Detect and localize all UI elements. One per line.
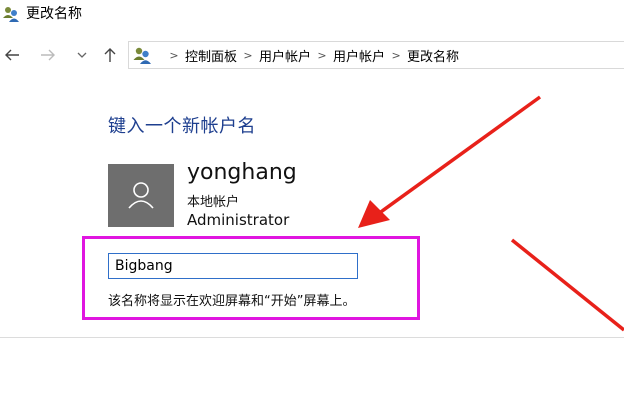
address-bar[interactable]: > 控制面板 > 用户帐户 > 用户帐户 > 更改名称 xyxy=(128,41,624,69)
back-arrow-icon xyxy=(5,49,19,61)
breadcrumb-separator[interactable]: > xyxy=(311,49,333,62)
breadcrumb-separator[interactable]: > xyxy=(385,49,407,62)
new-account-name-input[interactable] xyxy=(108,253,358,279)
breadcrumb-control-panel[interactable]: 控制面板 xyxy=(185,46,237,65)
change-name-window: 更改名称 > 控制面板 > 用户帐户 > 用户帐户 > 更改名称 键入一个新帐户… xyxy=(0,0,624,417)
forward-button[interactable] xyxy=(38,44,58,66)
title-bar: 更改名称 xyxy=(0,0,624,32)
chevron-down-icon xyxy=(77,52,87,58)
user-accounts-icon xyxy=(3,7,19,22)
breadcrumb-user-accounts-sub[interactable]: 用户帐户 xyxy=(333,46,385,65)
account-username: yonghang xyxy=(187,160,297,185)
window-title: 更改名称 xyxy=(26,6,82,22)
user-silhouette-icon xyxy=(128,182,154,209)
forward-arrow-icon xyxy=(41,49,55,61)
breadcrumb-separator: > xyxy=(169,48,179,62)
back-button[interactable] xyxy=(2,44,22,66)
breadcrumb-change-name[interactable]: 更改名称 xyxy=(407,46,459,65)
content-divider xyxy=(0,337,624,338)
user-accounts-icon xyxy=(133,47,151,64)
name-hint-text: 该名称将显示在欢迎屏幕和“开始”屏幕上。 xyxy=(108,294,356,309)
page-heading: 键入一个新帐户名 xyxy=(108,116,256,137)
recent-locations-button[interactable] xyxy=(76,44,88,66)
arrow-annotation-upper xyxy=(358,95,542,228)
account-role: Administrator xyxy=(187,211,290,229)
breadcrumb-user-accounts[interactable]: 用户帐户 xyxy=(259,46,311,65)
breadcrumb-separator[interactable]: > xyxy=(237,49,259,62)
avatar xyxy=(108,164,174,227)
account-type: 本地帐户 xyxy=(187,195,240,210)
navigation-bar: > 控制面板 > 用户帐户 > 用户帐户 > 更改名称 xyxy=(0,38,624,72)
arrow-annotation-lower xyxy=(510,238,624,332)
breadcrumb: > 控制面板 > 用户帐户 > 用户帐户 > 更改名称 xyxy=(163,42,459,68)
up-arrow-icon xyxy=(104,48,116,62)
up-button[interactable] xyxy=(100,44,120,66)
